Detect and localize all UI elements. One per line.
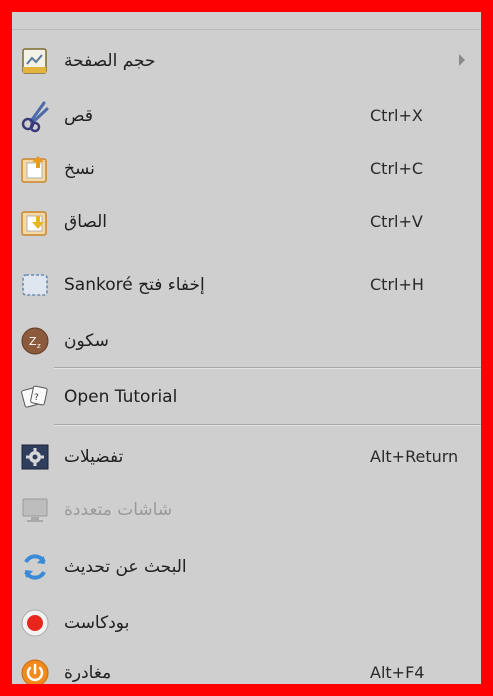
podcast-icon bbox=[18, 606, 52, 640]
menu-item-shortcut: Alt+Return bbox=[370, 447, 459, 466]
context-menu: حجم الصفحة قص Ctrl+X نسخ Ctrl+C الصاق Ct… bbox=[12, 12, 481, 684]
menu-item-multi-screen[interactable]: شاشات متعددة bbox=[12, 485, 481, 535]
menu-item-label: شاشات متعددة bbox=[64, 500, 173, 520]
menu-item-shortcut: Ctrl+X bbox=[370, 106, 423, 125]
menu-separator bbox=[54, 367, 481, 369]
menu-item-label: حجم الصفحة bbox=[64, 51, 156, 71]
menu-item-podcast[interactable]: بودكاست bbox=[12, 598, 481, 648]
check-update-icon bbox=[18, 550, 52, 584]
menu-item-check-update[interactable]: البحث عن تحديث bbox=[12, 542, 481, 592]
copy-icon bbox=[18, 152, 52, 186]
menu-item-label: تفضيلات bbox=[64, 447, 124, 467]
menu-item-label: قص bbox=[64, 106, 93, 126]
menu-item-label: نسخ bbox=[64, 159, 95, 179]
menu-item-shortcut: Ctrl+H bbox=[370, 275, 424, 294]
tutorial-icon: ? bbox=[18, 380, 52, 414]
page-size-icon bbox=[18, 44, 52, 78]
menu-item-label: سكون bbox=[64, 331, 109, 351]
menu-item-hide[interactable]: Sankoré إخفاء فتح Ctrl+H bbox=[12, 260, 481, 310]
menu-item-sleep[interactable]: Z z سكون bbox=[12, 316, 481, 366]
scissors-icon bbox=[18, 99, 52, 133]
submenu-arrow-icon bbox=[459, 54, 465, 66]
menu-item-label: الصاق bbox=[64, 212, 108, 232]
menu-item-label: البحث عن تحديث bbox=[64, 557, 187, 577]
menu-item-label: Sankoré إخفاء فتح bbox=[64, 275, 205, 295]
menu-item-paste[interactable]: الصاق Ctrl+V bbox=[12, 197, 481, 247]
menu-separator bbox=[54, 424, 481, 426]
menu-item-copy[interactable]: نسخ Ctrl+C bbox=[12, 144, 481, 194]
menu-item-shortcut: Ctrl+C bbox=[370, 159, 424, 178]
hide-selection-icon bbox=[18, 268, 52, 302]
paste-icon bbox=[18, 205, 52, 239]
svg-text:?: ? bbox=[34, 393, 39, 403]
sleep-icon: Z z bbox=[18, 324, 52, 358]
svg-text:Z: Z bbox=[29, 335, 37, 348]
multi-screen-icon bbox=[18, 493, 52, 527]
menu-item-page-size[interactable]: حجم الصفحة bbox=[12, 36, 481, 86]
menu-item-label: مغادرة bbox=[64, 663, 112, 683]
menu-item-label: Open Tutorial bbox=[64, 387, 178, 407]
menu-item-label: بودكاست bbox=[64, 613, 130, 633]
menu-item-preferences[interactable]: تفضيلات Alt+Return bbox=[12, 432, 481, 482]
menu-item-quit[interactable]: مغادرة Alt+F4 bbox=[12, 648, 481, 684]
menu-top-separator bbox=[12, 29, 481, 30]
preferences-icon bbox=[18, 440, 52, 474]
menu-item-cut[interactable]: قص Ctrl+X bbox=[12, 91, 481, 141]
menu-item-shortcut: Alt+F4 bbox=[370, 663, 425, 682]
menu-item-open-tutorial[interactable]: ? Open Tutorial bbox=[12, 372, 481, 422]
svg-text:z: z bbox=[37, 342, 41, 350]
quit-icon bbox=[18, 656, 52, 684]
menu-item-shortcut: Ctrl+V bbox=[370, 212, 423, 231]
